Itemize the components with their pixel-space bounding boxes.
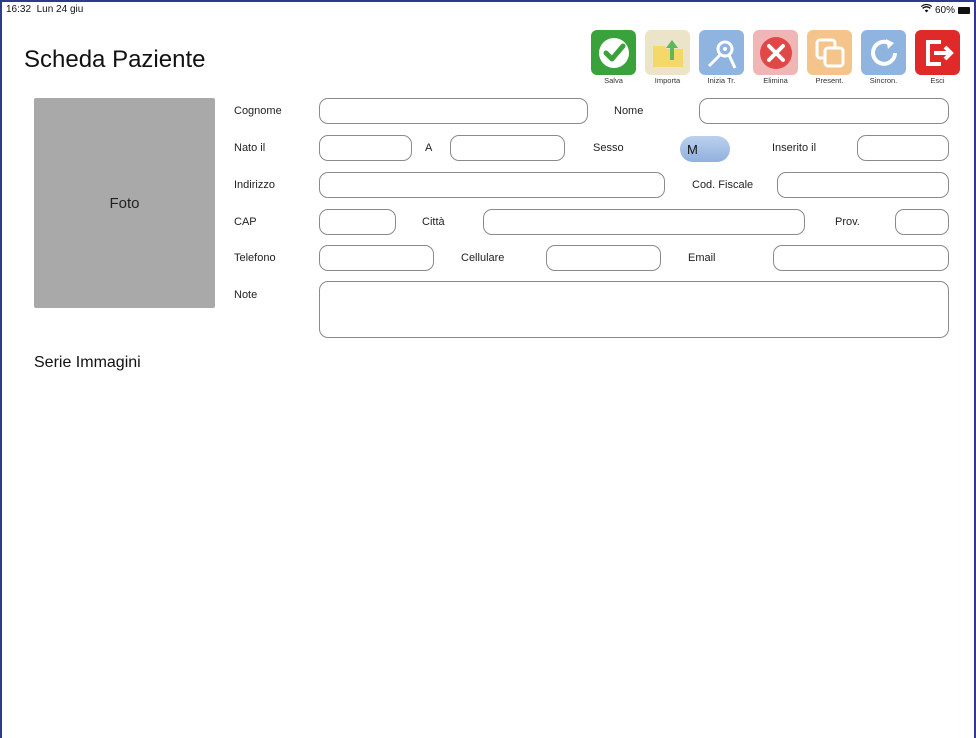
exit-button[interactable]: Esci — [915, 30, 960, 85]
exit-label: Esci — [930, 76, 945, 85]
birth-place-label: A — [425, 142, 433, 154]
import-icon — [645, 30, 690, 75]
gender-label: Sesso — [593, 142, 624, 154]
birth-date-field[interactable] — [319, 135, 412, 161]
delete-icon — [753, 30, 798, 75]
presentation-icon — [807, 30, 852, 75]
birth-place-field[interactable] — [450, 135, 565, 161]
save-label: Salva — [604, 76, 623, 85]
app-window: 16:32 Lun 24 giu 60% Scheda Paziente Sal… — [0, 0, 976, 738]
sync-icon — [861, 30, 906, 75]
import-label: Importa — [654, 76, 681, 85]
name-label: Nome — [614, 105, 644, 117]
province-label: Prov. — [835, 216, 860, 228]
sync-button[interactable]: Sincron. — [861, 30, 906, 85]
presentation-label: Present. — [815, 76, 844, 85]
birth-date-label: Nato il — [234, 142, 266, 154]
mobile-label: Cellulare — [461, 252, 505, 264]
date-text: Lun 24 giu — [36, 4, 84, 15]
photo-box[interactable]: Foto — [34, 98, 215, 308]
surname-label: Cognome — [234, 105, 282, 117]
image-series-title: Serie Immagini — [34, 354, 141, 371]
surname-field[interactable] — [319, 98, 588, 124]
address-label: Indirizzo — [234, 179, 275, 191]
delete-label: Elimina — [763, 76, 788, 85]
time-text: 16:32 — [6, 4, 32, 15]
name-field[interactable] — [699, 98, 949, 124]
phone-label: Telefono — [234, 252, 276, 264]
gender-toggle[interactable]: M — [680, 136, 730, 162]
toolbar: Salva Importa Inizia Tr. Elimina Present… — [591, 30, 960, 85]
notes-field[interactable] — [319, 281, 949, 338]
photo-label: Foto — [109, 194, 140, 212]
notes-label: Note — [234, 289, 258, 301]
email-label: Email — [688, 252, 716, 264]
mobile-field[interactable] — [546, 245, 661, 271]
presentation-button[interactable]: Present. — [807, 30, 852, 85]
delete-button[interactable]: Elimina — [753, 30, 798, 85]
tax-code-label: Cod. Fiscale — [692, 179, 754, 191]
exit-icon — [915, 30, 960, 75]
status-time: 16:32 Lun 24 giu — [6, 4, 83, 15]
save-button[interactable]: Salva — [591, 30, 636, 85]
city-label: Città — [422, 216, 445, 228]
gender-value: M — [687, 141, 698, 157]
start-button[interactable]: Inizia Tr. — [699, 30, 744, 85]
province-field[interactable] — [895, 209, 949, 235]
check-icon — [591, 30, 636, 75]
city-field[interactable] — [483, 209, 805, 235]
status-right: 60% — [920, 3, 970, 16]
tax-code-field[interactable] — [777, 172, 949, 198]
zip-label: CAP — [234, 216, 257, 228]
page-title: Scheda Paziente — [24, 46, 206, 73]
battery-percent: 60% — [934, 4, 955, 16]
wifi-icon — [920, 3, 933, 16]
battery-icon — [958, 6, 970, 14]
status-bar: 16:32 Lun 24 giu 60% — [6, 3, 970, 18]
start-icon — [699, 30, 744, 75]
zip-field[interactable] — [319, 209, 396, 235]
address-field[interactable] — [319, 172, 665, 198]
start-label: Inizia Tr. — [707, 76, 736, 85]
email-field[interactable] — [773, 245, 949, 271]
inserted-date-label: Inserito il — [772, 142, 817, 154]
inserted-date-field[interactable] — [857, 135, 949, 161]
sync-label: Sincron. — [869, 76, 898, 85]
phone-field[interactable] — [319, 245, 434, 271]
import-button[interactable]: Importa — [645, 30, 690, 85]
